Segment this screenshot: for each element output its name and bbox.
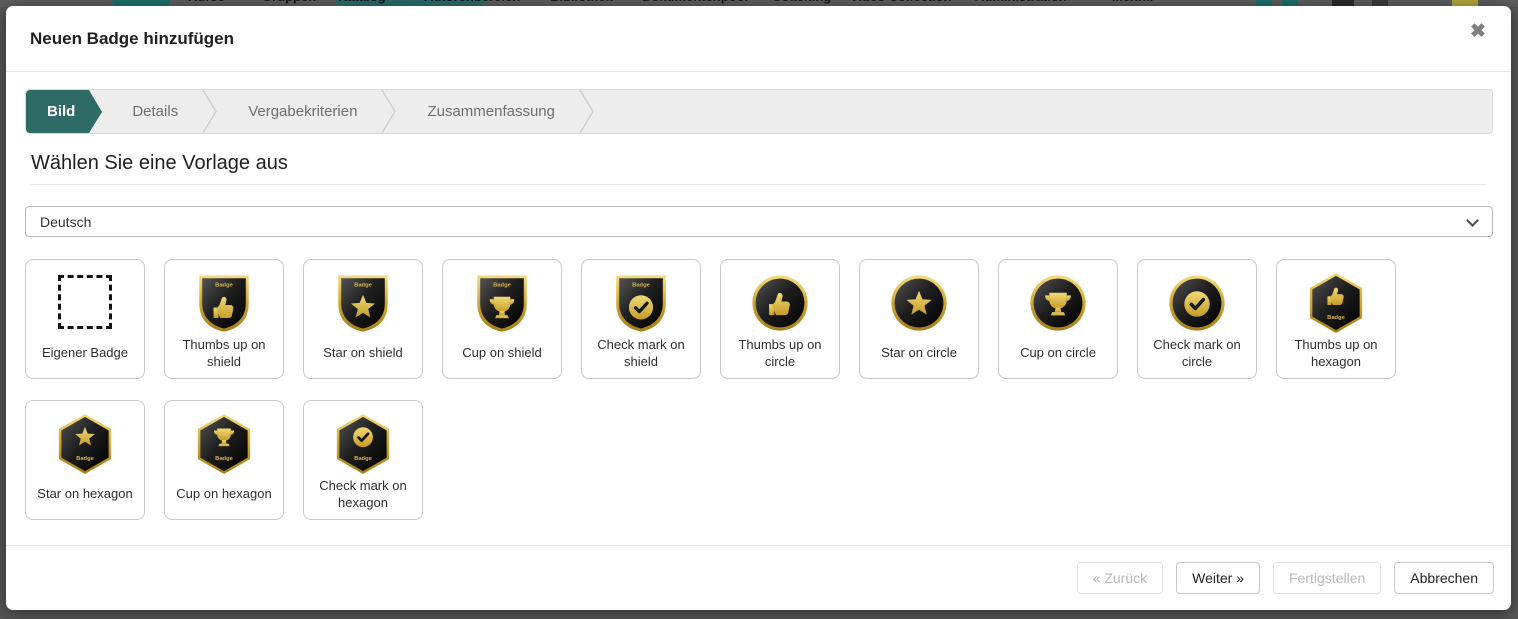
background-nav-item: Administration <box>975 0 1067 4</box>
circle-badge-graphic <box>749 272 811 334</box>
cup-on-circle-icon <box>999 260 1117 334</box>
cup-on-shield-icon: Badge <box>443 260 561 334</box>
modal-title: Neuen Badge hinzufügen <box>30 29 234 49</box>
background-nav-item: Katalog <box>338 0 386 4</box>
page-title: Wählen Sie eine Vorlage aus <box>31 152 1487 185</box>
wizard-step-separator-chevron <box>381 90 397 133</box>
badge-template-label: Cup on circle <box>999 334 1117 378</box>
wizard-step-label: Zusammenfassung <box>427 103 555 120</box>
language-select[interactable]: Deutsch <box>25 206 1493 237</box>
wizard-step-label: Bild <box>47 103 75 120</box>
modal-footer: « Zurück Weiter » Fertigstellen Abbreche… <box>6 545 1511 610</box>
wizard-step-label: Details <box>132 103 178 120</box>
hexagon-badge-graphic: Badge <box>332 413 394 475</box>
circle-badge-graphic <box>888 272 950 334</box>
star-on-hexagon-icon: Badge <box>26 401 144 475</box>
svg-text:Badge: Badge <box>1327 315 1345 321</box>
badge-template-label: Thumbs up on circle <box>721 334 839 378</box>
shield-badge-graphic: Badge <box>471 272 533 334</box>
thumbs-up-on-hexagon-icon: Badge <box>1277 260 1395 334</box>
background-nav-item: Autorenbereich <box>424 0 520 4</box>
background-nav-item: Coaching <box>772 0 831 4</box>
badge-template-card[interactable]: Badge Star on shield <box>303 259 423 379</box>
badge-template-card[interactable]: Star on circle <box>859 259 979 379</box>
wizard-steps-bar: Bild Details Vergabekriterien Zusammenfassu… <box>25 89 1493 134</box>
background-nav-item: Gruppen <box>262 0 316 4</box>
thumbs-up-on-shield-icon: Badge <box>165 260 283 334</box>
circle-badge-graphic <box>1027 272 1089 334</box>
badge-template-card[interactable]: Eigener Badge <box>25 259 145 379</box>
badge-template-label: Check mark on circle <box>1138 334 1256 378</box>
dashed-placeholder-icon <box>58 275 112 329</box>
add-badge-modal: Neuen Badge hinzufügen ✖ Bild Details Verg… <box>6 6 1511 610</box>
check-on-hexagon-icon: Badge <box>304 401 422 475</box>
svg-text:Badge: Badge <box>493 283 511 289</box>
check-on-circle-icon <box>1138 260 1256 334</box>
hexagon-badge-graphic: Badge <box>193 413 255 475</box>
hexagon-badge-graphic: Badge <box>1305 272 1367 334</box>
shield-badge-graphic: Badge <box>610 272 672 334</box>
wizard-step-details[interactable]: Details <box>102 90 202 133</box>
badge-template-label: Eigener Badge <box>26 334 144 378</box>
svg-text:Badge: Badge <box>354 456 372 462</box>
check-on-shield-icon: Badge <box>582 260 700 334</box>
close-icon[interactable]: ✖ <box>1465 19 1491 45</box>
badge-template-label: Star on shield <box>304 334 422 378</box>
shield-badge-graphic: Badge <box>193 272 255 334</box>
badge-template-card[interactable]: Badge Cup on shield <box>442 259 562 379</box>
badge-template-label: Cup on shield <box>443 334 561 378</box>
badge-template-label: Check mark on hexagon <box>304 475 422 519</box>
circle-badge-graphic <box>1166 272 1228 334</box>
svg-text:Badge: Badge <box>215 283 233 289</box>
badge-template-card[interactable]: Check mark on circle <box>1137 259 1257 379</box>
badge-template-card[interactable]: Badge Check mark on hexagon <box>303 400 423 520</box>
finish-button: Fertigstellen <box>1273 562 1381 594</box>
badge-template-card[interactable]: Badge Thumbs up on shield <box>164 259 284 379</box>
background-nav-item: Video Collection <box>850 0 952 4</box>
background-nav-item: Bibliothek <box>550 0 613 4</box>
hexagon-badge-graphic: Badge <box>54 413 116 475</box>
svg-text:Badge: Badge <box>632 283 650 289</box>
wizard-step-vergabekriterien[interactable]: Vergabekriterien <box>218 90 381 133</box>
badge-template-card[interactable]: Badge Thumbs up on hexagon <box>1276 259 1396 379</box>
svg-text:Badge: Badge <box>76 456 94 462</box>
shield-badge-graphic: Badge <box>332 272 394 334</box>
wizard-step-separator-chevron <box>579 90 595 133</box>
thumbs-up-on-circle-icon <box>721 260 839 334</box>
star-on-circle-icon <box>860 260 978 334</box>
next-button[interactable]: Weiter » <box>1176 562 1260 594</box>
custom-badge-placeholder <box>26 260 144 334</box>
badge-template-card[interactable]: Badge Star on hexagon <box>25 400 145 520</box>
wizard-step-label: Vergabekriterien <box>248 103 357 120</box>
badge-template-card[interactable]: Cup on circle <box>998 259 1118 379</box>
badge-template-card[interactable]: Badge Check mark on shield <box>581 259 701 379</box>
cup-on-hexagon-icon: Badge <box>165 401 283 475</box>
back-button: « Zurück <box>1077 562 1163 594</box>
background-nav-item: Kurse <box>188 0 225 4</box>
wizard-step-bild[interactable]: Bild <box>26 90 89 133</box>
badge-template-label: Star on hexagon <box>26 475 144 519</box>
modal-header: Neuen Badge hinzufügen <box>6 6 1511 72</box>
badge-template-label: Thumbs up on hexagon <box>1277 334 1395 378</box>
svg-text:Badge: Badge <box>354 283 372 289</box>
background-nav-item: Dokumentenpool <box>642 0 748 4</box>
chevron-down-icon <box>1466 214 1479 227</box>
language-select-value: Deutsch <box>40 214 91 230</box>
badge-template-grid: Eigener BadgeBadgeThumbs up on shieldBad… <box>25 259 1493 520</box>
badge-template-label: Cup on hexagon <box>165 475 283 519</box>
wizard-step-separator-chevron <box>202 90 218 133</box>
background-nav-item: Mehr... <box>1112 0 1153 4</box>
svg-text:Badge: Badge <box>215 456 233 462</box>
badge-template-label: Check mark on shield <box>582 334 700 378</box>
modal-body: Bild Details Vergabekriterien Zusammenfassu… <box>6 72 1511 520</box>
badge-template-label: Star on circle <box>860 334 978 378</box>
star-on-shield-icon: Badge <box>304 260 422 334</box>
badge-template-card[interactable]: Thumbs up on circle <box>720 259 840 379</box>
badge-template-label: Thumbs up on shield <box>165 334 283 378</box>
cancel-button[interactable]: Abbrechen <box>1394 562 1494 594</box>
badge-template-card[interactable]: Badge Cup on hexagon <box>164 400 284 520</box>
wizard-step-zusammenfassung[interactable]: Zusammenfassung <box>397 90 579 133</box>
